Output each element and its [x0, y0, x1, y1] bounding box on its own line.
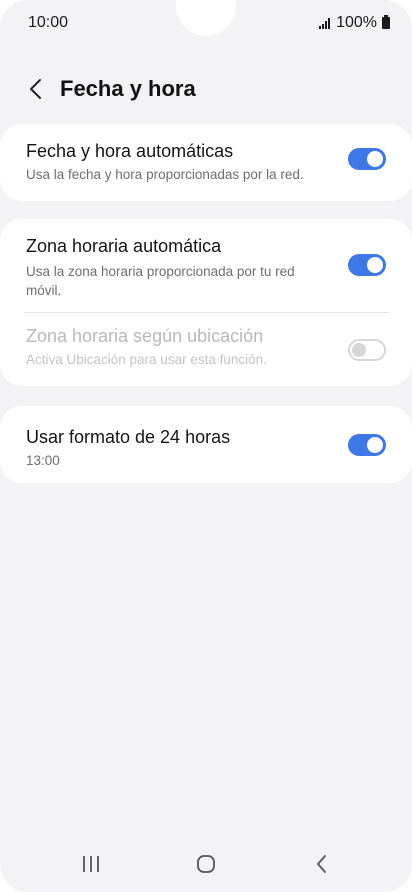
setting-location-timezone: Zona horaria según ubicación Activa Ubic…: [0, 313, 412, 369]
signal-icon: [319, 17, 331, 29]
navigation-bar: [0, 838, 412, 892]
battery-percent: 100%: [336, 14, 377, 31]
chevron-left-icon: [30, 79, 41, 99]
setting-title: Zona horaria automática: [26, 236, 222, 256]
recents-icon: [83, 856, 99, 872]
location-timezone-toggle: [348, 339, 386, 361]
back-icon: [317, 855, 326, 873]
setting-title: Zona horaria según ubicación: [26, 326, 264, 346]
status-indicators: 100%: [319, 14, 390, 32]
setting-title: Fecha y hora automáticas: [26, 141, 234, 161]
auto-datetime-toggle[interactable]: [348, 148, 386, 170]
recents-button[interactable]: [67, 848, 115, 880]
home-button[interactable]: [182, 848, 230, 880]
auto-timezone-toggle[interactable]: [348, 254, 386, 276]
page-title: Fecha y hora: [60, 76, 196, 101]
status-bar: 10:00 100%: [0, 0, 412, 46]
card-auto-datetime: Fecha y hora automáticas Usa la fecha y …: [0, 124, 412, 201]
setting-title: Usar formato de 24 horas: [26, 427, 231, 447]
settings-screen: 10:00 100% Fecha y hora Fecha y hora aut…: [0, 0, 412, 892]
status-time: 10:00: [28, 14, 69, 31]
setting-auto-timezone[interactable]: Zona horaria automática Usa la zona hora…: [0, 219, 412, 313]
home-icon: [197, 855, 215, 873]
setting-24h-format[interactable]: Usar formato de 24 horas 13:00: [0, 406, 412, 470]
setting-subtitle: Activa Ubicación para usar esta función.: [26, 352, 267, 367]
nav-back-button[interactable]: [298, 848, 346, 880]
card-time-format: Usar formato de 24 horas 13:00: [0, 406, 412, 483]
page-header: Fecha y hora: [0, 66, 412, 112]
setting-subtitle: Usa la fecha y hora proporcionadas por l…: [26, 167, 304, 182]
battery-icon: [382, 15, 390, 29]
24h-format-toggle[interactable]: [348, 434, 386, 456]
setting-auto-datetime[interactable]: Fecha y hora automáticas Usa la fecha y …: [0, 124, 412, 184]
card-timezone: Zona horaria automática Usa la zona hora…: [0, 219, 412, 386]
setting-subtitle: 13:00: [26, 453, 60, 468]
back-button[interactable]: [14, 67, 58, 111]
setting-subtitle: Usa la zona horaria proporcionada por tu…: [26, 264, 295, 298]
